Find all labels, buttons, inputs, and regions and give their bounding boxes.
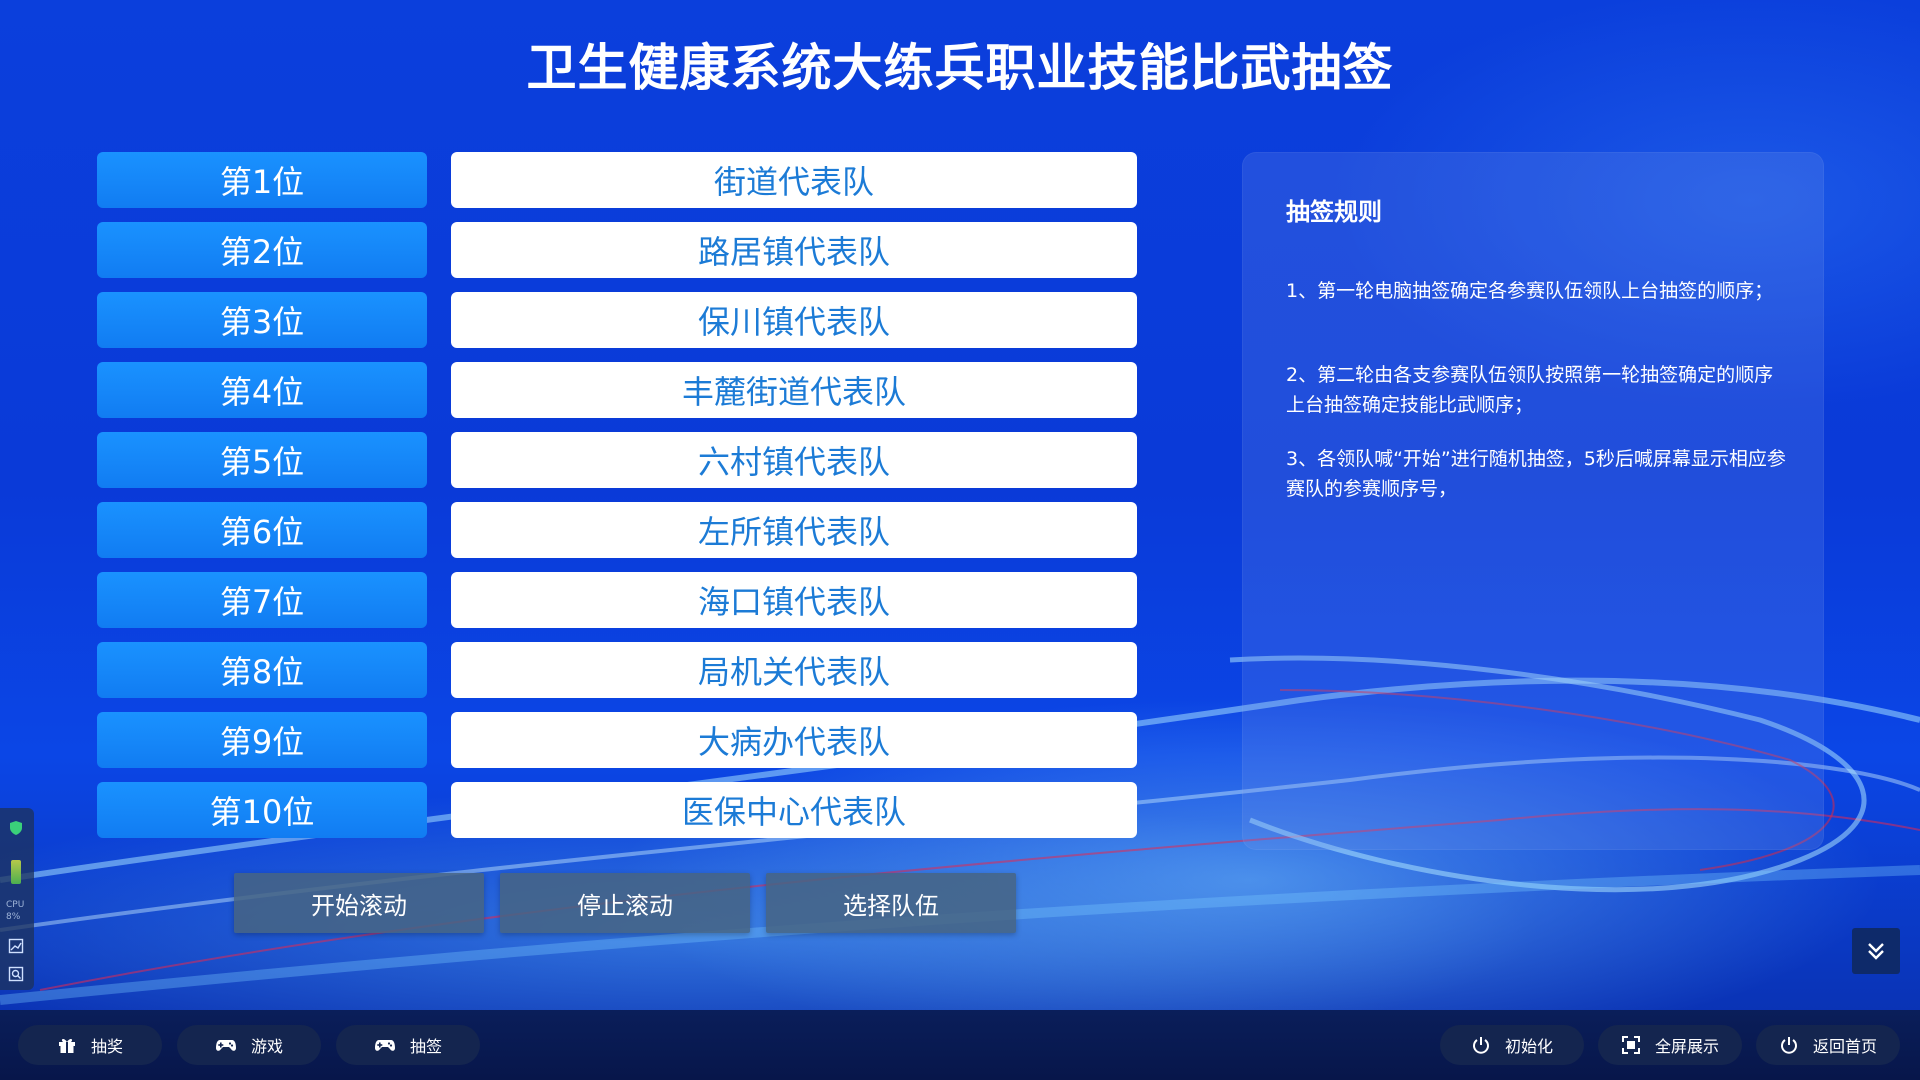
team-slot-4[interactable]: 丰麓街道代表队 (451, 362, 1137, 418)
power-icon (1781, 1037, 1797, 1054)
return-home-label: 返回首页 (1812, 1037, 1877, 1056)
system-monitor-widget: CPU 8% (0, 808, 34, 990)
power-icon (1473, 1037, 1489, 1054)
team-slot-5[interactable]: 六村镇代表队 (451, 432, 1137, 488)
fullscreen-button[interactable]: 全屏展示 (1598, 1025, 1742, 1065)
rank-label-8: 第8位 (97, 642, 427, 698)
rules-title: 抽签规则 (1286, 198, 1382, 226)
nav-game-label: 游戏 (250, 1037, 283, 1056)
stop-scroll-button[interactable]: 停止滚动 (500, 873, 750, 933)
nav-draw-button[interactable]: 抽签 (336, 1025, 480, 1065)
select-team-button[interactable]: 选择队伍 (766, 873, 1016, 933)
collapse-button[interactable] (1852, 928, 1900, 974)
rank-label-9: 第9位 (97, 712, 427, 768)
team-slot-9[interactable]: 大病办代表队 (451, 712, 1137, 768)
team-slot-3[interactable]: 保川镇代表队 (451, 292, 1137, 348)
nav-game-button[interactable]: 游戏 (177, 1025, 321, 1065)
rule-item-1: 1、第一轮电脑抽签确定各参赛队伍领队上台抽签的顺序； (1286, 280, 1774, 302)
return-home-button[interactable]: 返回首页 (1756, 1025, 1900, 1065)
rule-item-3: 3、各领队喊“开始”进行随机抽签，5秒后喊屏幕显示相应参赛队的参赛顺序号， (1286, 448, 1786, 500)
rule-item-2: 2、第二轮由各支参赛队伍领队按照第一轮抽签确定的顺序上台抽签确定技能比武顺序； (1286, 364, 1774, 416)
double-chevron-down-icon (1868, 943, 1884, 960)
rank-label-5: 第5位 (97, 432, 427, 488)
team-slot-10[interactable]: 医保中心代表队 (451, 782, 1137, 838)
fullscreen-label: 全屏展示 (1654, 1037, 1719, 1056)
search-icon[interactable] (8, 966, 24, 982)
gift-icon (58, 1038, 75, 1053)
cpu-label: CPU (6, 900, 25, 910)
page-title: 卫生健康系统大练兵职业技能比武抽签 (526, 39, 1394, 97)
fullscreen-icon (1621, 1036, 1640, 1054)
team-slot-8[interactable]: 局机关代表队 (451, 642, 1137, 698)
team-slot-6[interactable]: 左所镇代表队 (451, 502, 1137, 558)
battery-gauge (11, 860, 21, 884)
rank-label-1: 第1位 (97, 152, 427, 208)
team-slot-2[interactable]: 路居镇代表队 (451, 222, 1137, 278)
chart-icon[interactable] (8, 938, 24, 954)
shield-icon (10, 821, 22, 835)
initialize-label: 初始化 (1504, 1037, 1553, 1056)
rank-label-4: 第4位 (97, 362, 427, 418)
nav-lottery-button[interactable]: 抽奖 (18, 1025, 162, 1065)
nav-draw-label: 抽签 (409, 1037, 442, 1056)
gamepad-icon (215, 1040, 236, 1051)
rank-label-6: 第6位 (97, 502, 427, 558)
rules-panel: 抽签规则 1、第一轮电脑抽签确定各参赛队伍领队上台抽签的顺序； 2、第二轮由各支… (1242, 152, 1824, 850)
initialize-button[interactable]: 初始化 (1440, 1025, 1584, 1065)
rank-label-3: 第3位 (97, 292, 427, 348)
rank-label-7: 第7位 (97, 572, 427, 628)
rank-label-2: 第2位 (97, 222, 427, 278)
gamepad-icon (374, 1040, 395, 1051)
nav-lottery-label: 抽奖 (90, 1037, 123, 1056)
cpu-value: 8% (6, 912, 21, 922)
start-scroll-button[interactable]: 开始滚动 (234, 873, 484, 933)
team-slot-7[interactable]: 海口镇代表队 (451, 572, 1137, 628)
team-slot-1[interactable]: 街道代表队 (451, 152, 1137, 208)
rank-label-10: 第10位 (97, 782, 427, 838)
